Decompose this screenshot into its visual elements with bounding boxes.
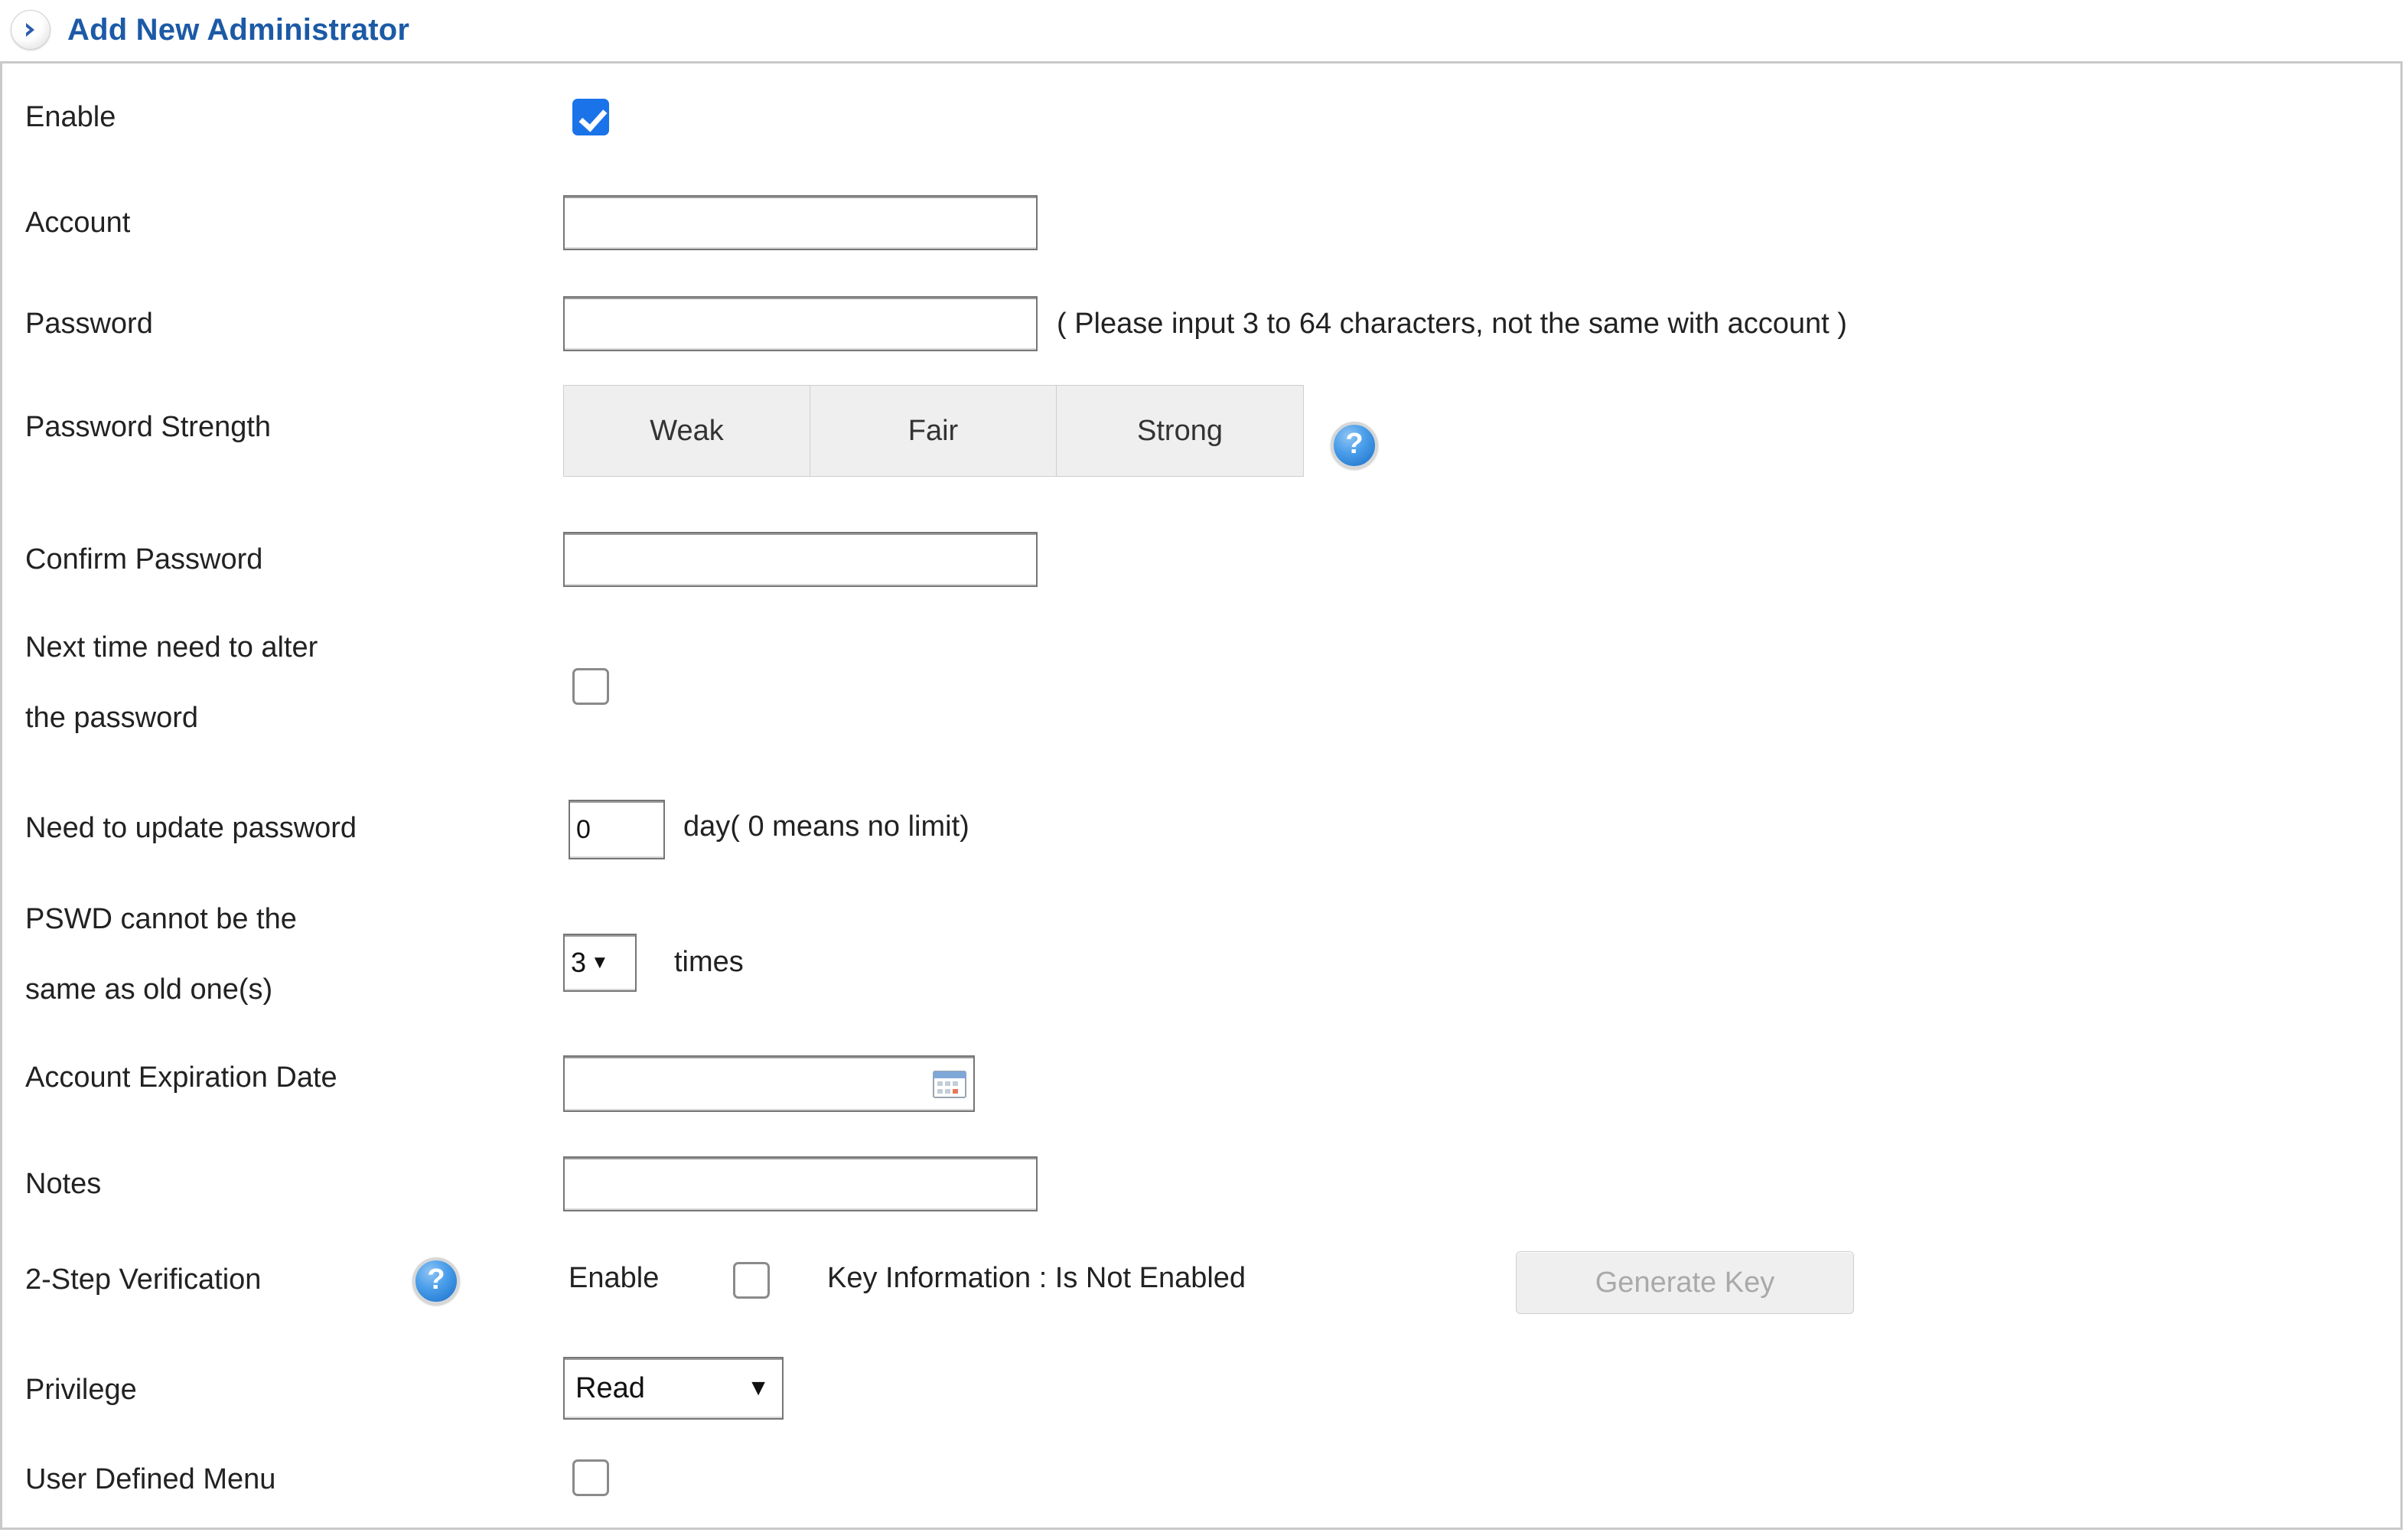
update-password-days-input[interactable] bbox=[569, 800, 665, 859]
user-defined-menu-checkbox[interactable] bbox=[572, 1459, 609, 1496]
update-password-label: Need to update password bbox=[25, 812, 357, 844]
add-administrator-panel: Enable Account Password ( Please input 3… bbox=[0, 61, 2403, 1530]
strength-option-strong[interactable]: Strong bbox=[1057, 386, 1303, 476]
next-time-alter-label-line1: Next time need to alter bbox=[25, 631, 318, 664]
chevron-down-icon: ▼ bbox=[747, 1375, 770, 1400]
privilege-select[interactable]: Read ▼ bbox=[563, 1357, 784, 1420]
two-step-label: 2-Step Verification bbox=[25, 1263, 262, 1296]
enable-checkbox[interactable] bbox=[572, 99, 609, 135]
two-step-enable-checkbox[interactable] bbox=[733, 1262, 770, 1299]
row-enable: Enable bbox=[2, 94, 2400, 140]
privilege-value: Read bbox=[575, 1371, 645, 1404]
password-input[interactable] bbox=[563, 296, 1038, 351]
next-time-alter-checkbox[interactable] bbox=[572, 668, 609, 705]
expiration-date-field[interactable] bbox=[563, 1055, 975, 1112]
generate-key-button[interactable]: Generate Key bbox=[1516, 1251, 1854, 1314]
confirm-password-label: Confirm Password bbox=[25, 543, 263, 575]
password-strength-help-icon[interactable]: ? bbox=[1331, 422, 1378, 469]
pswd-history-suffix: times bbox=[674, 946, 744, 978]
row-two-step-verification: 2-Step Verification ? Enable Key Informa… bbox=[2, 1248, 2400, 1314]
notes-label: Notes bbox=[25, 1167, 102, 1200]
row-pswd-history: PSWD cannot be the same as old one(s) 3 … bbox=[2, 902, 2400, 1024]
enable-label: Enable bbox=[25, 100, 116, 133]
expiration-date-input[interactable] bbox=[563, 1055, 975, 1112]
row-update-password: Need to update password day( 0 means no … bbox=[2, 800, 2400, 861]
strength-option-weak[interactable]: Weak bbox=[564, 386, 810, 476]
panel-header: Add New Administrator bbox=[0, 0, 409, 60]
row-user-defined-menu: User Defined Menu bbox=[2, 1456, 2400, 1502]
chevron-down-icon: ▼ bbox=[591, 952, 609, 973]
next-time-alter-label-line2: the password bbox=[25, 701, 199, 734]
row-account: Account bbox=[2, 194, 2400, 252]
chevron-right-circle-icon[interactable] bbox=[11, 10, 51, 50]
account-input[interactable] bbox=[563, 195, 1038, 250]
password-hint: ( Please input 3 to 64 characters, not t… bbox=[1057, 307, 1847, 340]
two-step-key-information: Key Information : Is Not Enabled bbox=[827, 1262, 1246, 1294]
row-next-time-alter: Next time need to alter the password bbox=[2, 630, 2400, 737]
pswd-history-label-line2: same as old one(s) bbox=[25, 973, 273, 1006]
row-expiration-date: Account Expiration Date bbox=[2, 1055, 2400, 1115]
expiration-date-label: Account Expiration Date bbox=[25, 1061, 337, 1094]
password-label: Password bbox=[25, 307, 153, 340]
pswd-history-select[interactable]: 3 ▼ bbox=[563, 934, 637, 992]
calendar-icon[interactable] bbox=[933, 1068, 966, 1099]
row-notes: Notes bbox=[2, 1155, 2400, 1213]
password-strength-group[interactable]: Weak Fair Strong bbox=[563, 385, 1304, 477]
pswd-history-value: 3 bbox=[571, 947, 587, 978]
update-password-suffix: day( 0 means no limit) bbox=[683, 810, 969, 843]
privilege-label: Privilege bbox=[25, 1374, 137, 1406]
notes-input[interactable] bbox=[563, 1156, 1038, 1211]
row-password-strength: Password Strength Weak Fair Strong ? bbox=[2, 385, 2400, 477]
two-step-enable-label: Enable bbox=[569, 1262, 660, 1294]
account-label: Account bbox=[25, 206, 131, 239]
password-strength-label: Password Strength bbox=[25, 411, 272, 443]
row-password: Password ( Please input 3 to 64 characte… bbox=[2, 295, 2400, 353]
user-defined-menu-label: User Defined Menu bbox=[25, 1462, 276, 1495]
row-confirm-password: Confirm Password bbox=[2, 530, 2400, 589]
page-title: Add New Administrator bbox=[67, 12, 410, 47]
strength-option-fair[interactable]: Fair bbox=[810, 386, 1057, 476]
confirm-password-input[interactable] bbox=[563, 532, 1038, 587]
pswd-history-label-line1: PSWD cannot be the bbox=[25, 903, 297, 935]
row-privilege: Privilege Read ▼ bbox=[2, 1357, 2400, 1423]
two-step-help-icon[interactable]: ? bbox=[412, 1257, 460, 1305]
